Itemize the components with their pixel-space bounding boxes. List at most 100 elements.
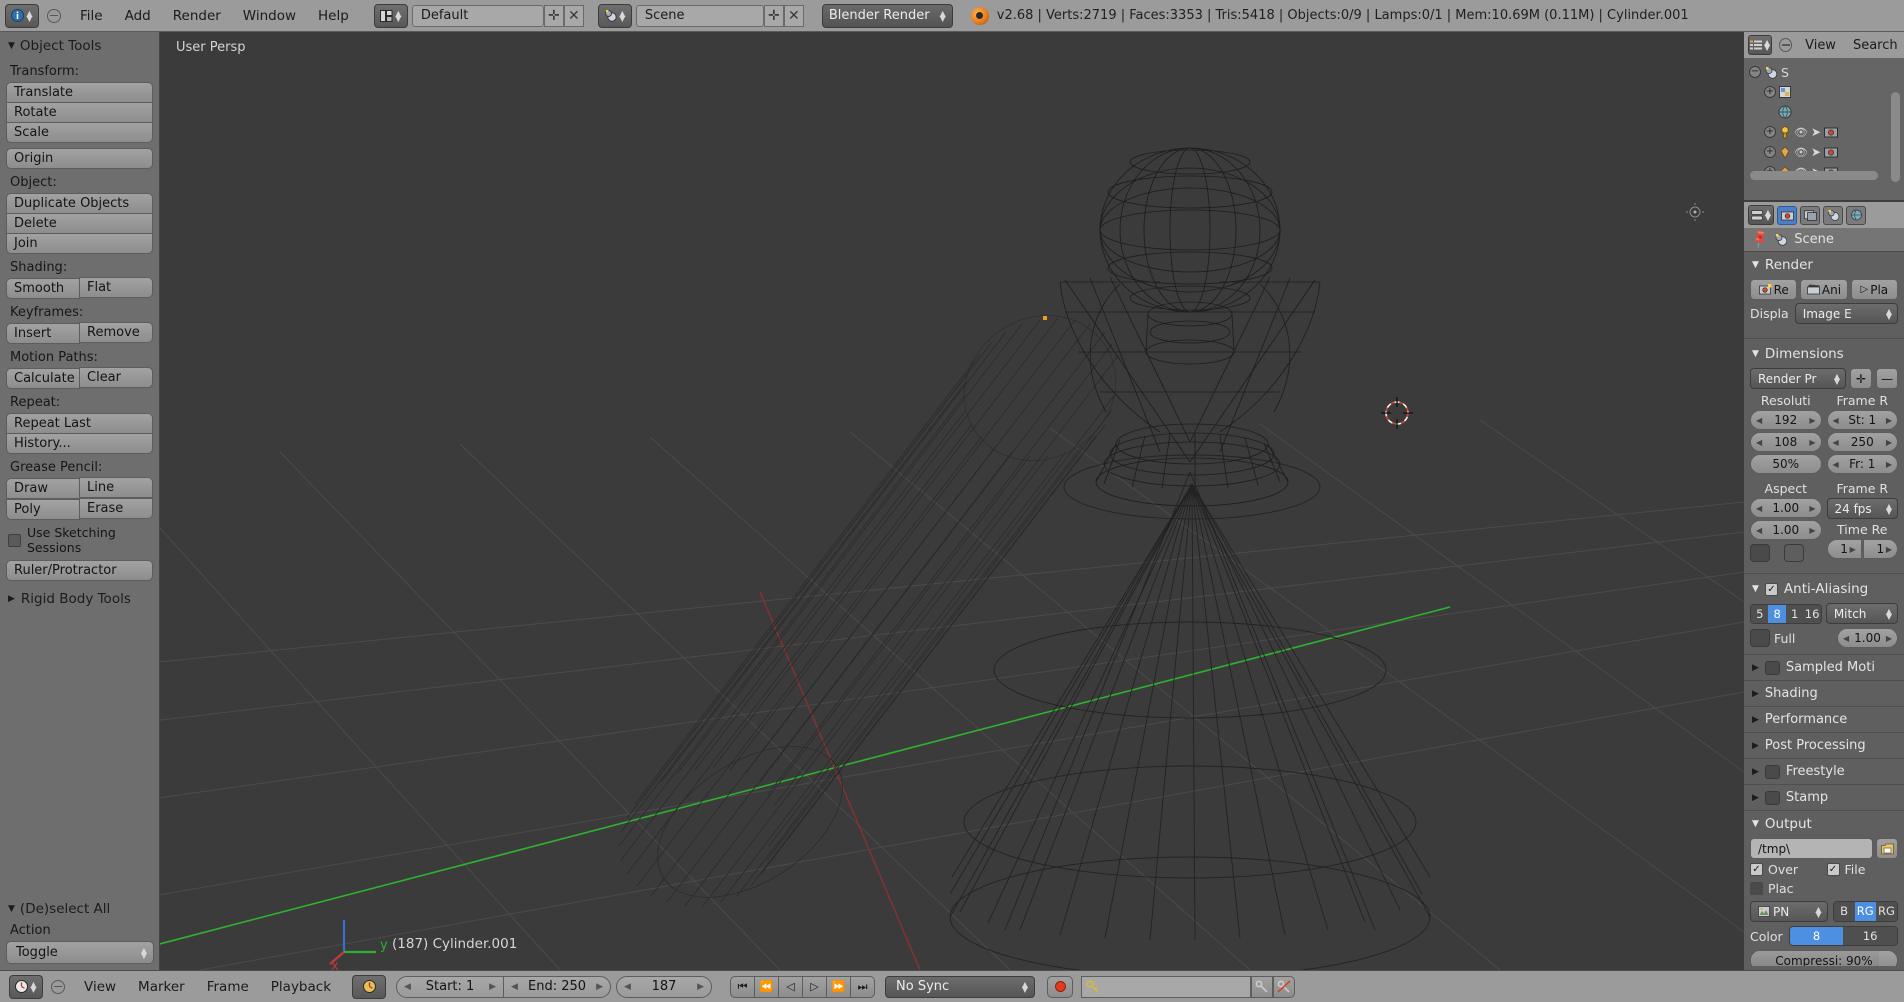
color-mode-rgba[interactable]: RG — [1875, 902, 1898, 921]
action-dropdown[interactable]: Toggle ▲ ▼ — [6, 941, 154, 964]
menu-help[interactable]: Help — [307, 5, 360, 27]
next-keyframe-icon[interactable]: ⏩ — [826, 975, 852, 998]
menu-render[interactable]: Render — [162, 5, 232, 27]
aa-sample-8[interactable]: 8 — [1768, 604, 1786, 623]
shade-flat-button[interactable]: Flat — [79, 277, 153, 298]
outliner-row[interactable]: + 👁 ➤ — [1746, 122, 1902, 142]
frame-rate-select[interactable]: 24 fps ▲ ▼ — [1826, 498, 1898, 519]
resolution-percent-field[interactable]: 50% — [1750, 454, 1822, 474]
gp-draw-button[interactable]: Draw — [6, 478, 80, 499]
time-remap-old-field[interactable]: 1 ▶ — [1826, 539, 1862, 559]
sampled-motion-blur-panel-header[interactable]: ▶ Sampled Moti — [1744, 654, 1904, 680]
repeat-last-button[interactable]: Repeat Last — [6, 413, 153, 434]
frame-end-field[interactable]: ◀ End: 250 ▶ — [503, 975, 612, 998]
color-mode-rgb[interactable]: RG — [1854, 902, 1876, 921]
aa-samples-segmented[interactable]: 5 8 1 16 — [1750, 603, 1822, 624]
rigid-body-tools-panel-header[interactable]: ▶ Rigid Body Tools — [0, 581, 159, 611]
overwrite-checkbox[interactable]: ✓ — [1750, 863, 1763, 876]
aa-sample-11[interactable]: 1 — [1785, 604, 1804, 623]
placeholders-checkbox[interactable] — [1750, 882, 1763, 895]
color-mode-segmented[interactable]: B RG RG — [1832, 901, 1898, 922]
key-remove-icon[interactable] — [1273, 975, 1296, 998]
properties-tab-world[interactable] — [1846, 205, 1866, 225]
color-mode-bw[interactable]: B — [1833, 902, 1855, 921]
delete-button[interactable]: Delete — [6, 213, 153, 234]
color-depth-16[interactable]: 16 — [1843, 927, 1897, 945]
aa-sample-5[interactable]: 5 — [1751, 604, 1769, 623]
full-sample-toggle[interactable] — [1750, 629, 1770, 647]
render-image-button[interactable]: Re — [1750, 279, 1798, 300]
shading-panel-header[interactable]: ▶ Shading — [1744, 680, 1904, 706]
antialiasing-panel-header[interactable]: ▼ ✓ Anti-Aliasing — [1744, 576, 1904, 601]
performance-panel-header[interactable]: ▶ Performance — [1744, 706, 1904, 732]
play-icon[interactable]: ▷ — [802, 975, 828, 998]
dimensions-panel-header[interactable]: ▼ Dimensions — [1744, 341, 1904, 366]
timeline-menu-marker[interactable]: Marker — [127, 976, 196, 998]
origin-button[interactable]: Origin — [6, 148, 153, 169]
key-add-icon[interactable] — [1251, 975, 1274, 998]
scale-button[interactable]: Scale — [6, 122, 153, 143]
post-processing-panel-header[interactable]: ▶ Post Processing — [1744, 732, 1904, 758]
expand-icon[interactable]: + — [1764, 146, 1776, 158]
object-tools-panel-header[interactable]: ▼ Object Tools — [0, 32, 159, 58]
screen-layout-icon[interactable]: ▲ ▼ — [373, 3, 408, 28]
expand-icon[interactable]: + — [1764, 86, 1776, 98]
resolution-y-field[interactable]: ◀ 108 ▶ — [1750, 432, 1822, 452]
aa-filter-select[interactable]: Mitch ▲ ▼ — [1825, 603, 1898, 624]
outliner-vertical-scrollbar[interactable] — [1891, 92, 1900, 182]
frame-step-field[interactable]: ◀ Fr: 1 ▶ — [1826, 454, 1898, 474]
folder-icon[interactable] — [1876, 838, 1898, 859]
time-remap-new-field[interactable]: 1 ▶ — [1862, 539, 1898, 559]
render-preset-select[interactable]: Render Pr ▲ ▼ — [1750, 368, 1846, 389]
aa-sample-16[interactable]: 16 — [1803, 604, 1821, 623]
color-depth-8[interactable]: 8 — [1789, 927, 1844, 945]
file-extensions-checkbox[interactable]: ✓ — [1826, 863, 1840, 876]
outliner-row[interactable]: + — [1746, 82, 1902, 102]
collapse-menus-icon[interactable] — [47, 8, 61, 23]
timeline-icon[interactable]: ▲ ▼ — [9, 974, 43, 999]
gp-line-button[interactable]: Line — [79, 477, 153, 498]
add-preset-button[interactable]: ✛ — [1850, 368, 1872, 389]
scene-name-field[interactable]: Scene — [635, 4, 764, 27]
collapse-timeline-menu-icon[interactable] — [51, 979, 65, 994]
freestyle-toggle[interactable] — [1764, 764, 1780, 779]
deselect-all-panel-header[interactable]: ▼ (De)select All — [0, 895, 159, 921]
record-icon[interactable] — [1047, 975, 1074, 998]
outliner-icon[interactable]: ▲ ▼ — [1748, 35, 1773, 55]
cursor-arrow-icon[interactable]: ➤ — [1811, 125, 1821, 139]
output-path-field[interactable]: /tmp\ — [1750, 838, 1873, 859]
aspect-y-field[interactable]: ◀ 1.00 ▶ — [1750, 520, 1822, 540]
duplicate-objects-button[interactable]: Duplicate Objects — [6, 193, 153, 214]
stamp-panel-header[interactable]: ▶ Stamp — [1744, 784, 1904, 810]
translate-button[interactable]: Translate — [6, 82, 153, 103]
clear-paths-button[interactable]: Clear — [79, 367, 153, 388]
border-toggle[interactable] — [1750, 544, 1770, 562]
cursor-arrow-icon[interactable]: ➤ — [1811, 145, 1821, 159]
gp-poly-button[interactable]: Poly — [6, 499, 80, 520]
play-animation-button[interactable]: ▷ Pla — [1850, 279, 1898, 300]
display-mode-select[interactable]: Image E ▲ ▼ — [1794, 303, 1898, 324]
sampled-motion-blur-toggle[interactable] — [1764, 660, 1780, 675]
render-panel-header[interactable]: ▼ Render — [1744, 252, 1904, 277]
timeline-menu-frame[interactable]: Frame — [196, 976, 260, 998]
properties-tab-scene[interactable] — [1823, 205, 1843, 225]
remove-preset-button[interactable]: — — [1876, 368, 1898, 389]
pin-icon[interactable]: 📌 — [1749, 229, 1771, 251]
outliner-menu-view[interactable]: View — [1799, 36, 1842, 55]
keying-set-field[interactable] — [1081, 975, 1252, 998]
render-engine-select[interactable]: Blender Render ▲ ▼ — [821, 3, 953, 28]
delete-scene-button[interactable]: ✕ — [783, 4, 804, 27]
use-sketching-sessions-row[interactable]: Use Sketching Sessions — [0, 520, 159, 557]
menu-add[interactable]: Add — [114, 5, 162, 27]
scene-browse-icon[interactable]: ▲ ▼ — [597, 3, 632, 28]
delete-screen-button[interactable]: ✕ — [563, 4, 584, 27]
outliner-row[interactable]: + 👁 ➤ — [1746, 142, 1902, 162]
jump-start-icon[interactable]: ⏮ — [730, 975, 756, 998]
freestyle-panel-header[interactable]: ▶ Freestyle — [1744, 758, 1904, 784]
remove-keyframe-button[interactable]: Remove — [79, 322, 153, 343]
jump-end-icon[interactable]: ⏭ — [850, 975, 876, 998]
prev-keyframe-icon[interactable]: ⏪ — [754, 975, 780, 998]
use-preview-range-icon[interactable] — [352, 974, 387, 999]
calculate-paths-button[interactable]: Calculate — [6, 368, 80, 389]
crop-toggle[interactable] — [1784, 544, 1804, 562]
